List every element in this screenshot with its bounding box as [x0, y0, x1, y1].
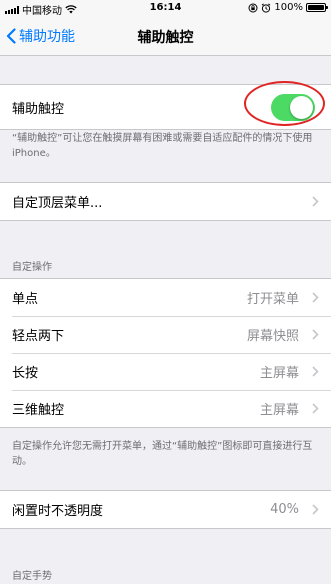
action-value: 主屏幕 — [259, 403, 299, 418]
battery-percent: 100% — [274, 2, 303, 13]
custom-actions-group: 单点 打开菜单 轻点两下 屏幕快照 长按 主屏幕 三维触控 主屏幕 — [0, 278, 331, 428]
chevron-right-icon — [312, 403, 319, 414]
action-row-long-press[interactable]: 长按 主屏幕 — [0, 353, 331, 390]
custom-actions-description: 自定操作允许您无需打开菜单，通过“辅助触控”图标即可直接进行互动。 — [12, 441, 313, 467]
status-bar: 中国移动 16:14 100% — [0, 0, 331, 17]
chevron-right-icon — [312, 292, 319, 303]
action-row-double-tap[interactable]: 轻点两下 屏幕快照 — [0, 316, 331, 353]
assistive-touch-row: 辅助触控 — [0, 85, 331, 129]
assistive-touch-toggle[interactable] — [271, 94, 315, 121]
custom-top-menu-row[interactable]: 自定顶层菜单... — [0, 183, 331, 220]
action-row-single-tap[interactable]: 单点 打开菜单 — [0, 279, 331, 316]
assistive-touch-label: 辅助触控 — [12, 101, 65, 117]
chevron-right-icon — [312, 196, 319, 207]
assistive-touch-group: 辅助触控 — [0, 84, 331, 130]
action-label: 轻点两下 — [12, 329, 65, 344]
battery-icon — [306, 3, 328, 12]
idle-opacity-group: 闲置时不透明度 40% — [0, 490, 331, 529]
action-label: 三维触控 — [12, 403, 65, 418]
action-value: 主屏幕 — [259, 366, 299, 381]
rotation-lock-icon — [248, 3, 258, 12]
toggle-knob — [290, 96, 313, 119]
action-label: 长按 — [12, 366, 39, 381]
chevron-right-icon — [312, 329, 319, 340]
status-right: 100% — [248, 2, 328, 13]
action-row-3d-touch[interactable]: 三维触控 主屏幕 — [0, 390, 331, 427]
idle-opacity-row[interactable]: 闲置时不透明度 40% — [0, 491, 331, 528]
action-label: 单点 — [12, 292, 39, 307]
navigation-bar: 辅助功能 辅助触控 — [0, 17, 331, 56]
chevron-right-icon — [312, 366, 319, 377]
alarm-icon — [262, 3, 271, 13]
assistive-touch-description: “辅助触控”可让您在触摸屏幕有困难或需要自适应配件的情况下使用 iPhone。 — [12, 133, 313, 159]
page-title: 辅助触控 — [137, 30, 194, 46]
custom-menu-group: 自定顶层菜单... — [0, 182, 331, 221]
action-value: 打开菜单 — [246, 292, 299, 307]
chevron-right-icon — [312, 504, 319, 515]
idle-opacity-value: 40% — [270, 502, 299, 517]
custom-actions-header: 自定操作 — [12, 262, 52, 273]
custom-top-menu-label: 自定顶层菜单... — [12, 196, 103, 211]
action-value: 屏幕快照 — [246, 329, 299, 344]
custom-gestures-header: 自定手势 — [12, 571, 52, 582]
idle-opacity-label: 闲置时不透明度 — [12, 504, 104, 519]
